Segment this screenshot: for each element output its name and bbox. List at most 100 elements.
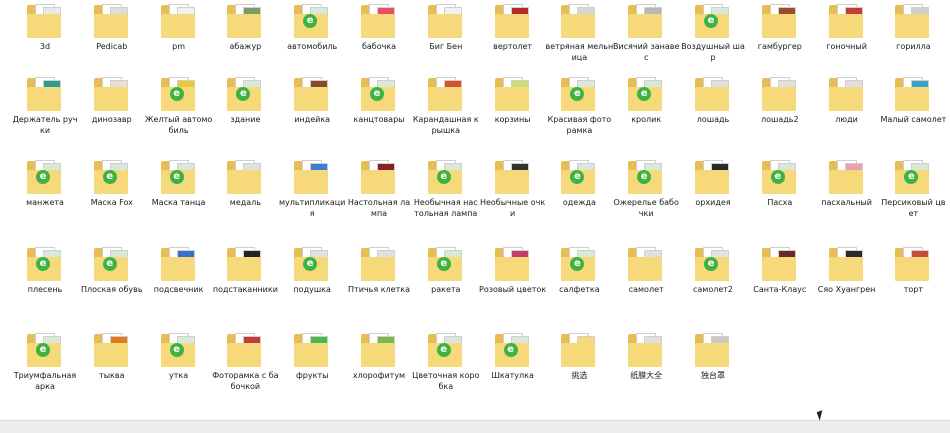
folder-item[interactable]: e одежда — [547, 156, 611, 238]
folder-label: Плоская обувь — [81, 285, 143, 294]
folder-item[interactable]: Фоторамка с бабочкой — [212, 329, 279, 411]
folder-item[interactable]: мультипликация — [279, 156, 345, 238]
folder-item[interactable]: e Необычная настольная лампа — [414, 156, 478, 238]
folder-item[interactable]: ветряная мельница — [546, 0, 613, 82]
folder-item[interactable]: e Цветочная коробка — [412, 329, 479, 411]
folder-label: Биг Бен — [429, 42, 463, 51]
folder-item[interactable]: e кролик — [614, 73, 678, 155]
folder-label: утка — [169, 371, 189, 380]
folder-item[interactable]: 3d — [13, 0, 77, 82]
folder-item[interactable]: e салфетка — [547, 243, 611, 325]
folder-item[interactable]: торт — [881, 243, 945, 325]
folder-item[interactable]: лошадь — [681, 73, 745, 155]
folder-item[interactable]: e Триумфальная арка — [13, 329, 77, 411]
folder-item[interactable]: Сяо Хуангрен — [815, 243, 879, 325]
folder-item[interactable]: лошадь2 — [748, 73, 812, 155]
folder-label: самолет — [628, 285, 664, 294]
folder-item[interactable]: самолет — [614, 243, 678, 325]
folder-item[interactable]: Необычные очки — [480, 156, 545, 238]
folder-item[interactable]: хлорофитум — [347, 329, 411, 411]
folder-item[interactable]: Висячий занавес — [613, 0, 679, 82]
folder-label: плесень — [27, 285, 63, 294]
edge-icon: e — [169, 170, 184, 184]
folder-item[interactable]: e Пасха — [748, 156, 812, 238]
edge-icon: e — [36, 343, 50, 357]
folder-item[interactable]: медаль — [213, 156, 277, 238]
folder-label: Пасха — [767, 198, 793, 207]
folder-item[interactable]: e канцтовары — [347, 73, 411, 155]
edge-icon: e — [36, 257, 50, 271]
folder-item[interactable]: Pedicab — [80, 0, 144, 82]
folder-item[interactable]: e ракета — [414, 243, 478, 325]
folder-item[interactable]: e здание — [213, 73, 277, 155]
folder-label: 3d — [39, 42, 51, 51]
folder-item[interactable]: e Шкатулка — [481, 329, 545, 411]
folder-item[interactable]: подстаканники — [213, 243, 278, 325]
folder-item[interactable]: динозавр — [80, 73, 144, 155]
folder-label: пасхальный — [821, 198, 872, 207]
folder-label: кролик — [631, 115, 662, 124]
folder-item[interactable]: Птичья клетка — [347, 243, 411, 325]
folder-item[interactable]: e Персиковый цвет — [881, 156, 946, 238]
folder-item[interactable]: e манжета — [13, 156, 77, 238]
folder-item[interactable]: бабочка — [347, 0, 411, 82]
folder-label: люди — [835, 115, 858, 124]
folder-label: самолет2 — [692, 285, 733, 294]
folder-item[interactable]: e Плоская обувь — [80, 243, 144, 325]
folder-item[interactable]: e утка — [147, 329, 211, 411]
folder-item[interactable]: люди — [815, 73, 879, 155]
folder-label: Настольная лампа — [347, 198, 411, 218]
folder-item[interactable]: e Маска танца — [147, 156, 211, 238]
folder-item[interactable]: абажур — [213, 0, 277, 82]
folder-item[interactable]: горилла — [881, 0, 945, 82]
folder-item[interactable]: тыква — [80, 329, 144, 411]
folder-item[interactable]: e Красивая фоторамка — [547, 73, 611, 155]
folder-item[interactable]: фрукты — [280, 329, 344, 411]
folder-item[interactable]: Розовый цветок — [479, 243, 547, 325]
folder-item[interactable]: Малый самолет — [880, 73, 947, 155]
folder-label: Персиковый цвет — [881, 198, 946, 218]
edge-icon: e — [36, 170, 50, 184]
folder-item[interactable]: 纸膜大全 — [614, 329, 678, 411]
folder-item[interactable]: 独台罩 — [681, 329, 745, 411]
edge-icon: e — [704, 14, 718, 28]
folder-label: 纸膜大全 — [630, 371, 663, 380]
folder-item[interactable]: e Маска Fox — [80, 156, 144, 238]
folder-item[interactable]: Биг Бен — [414, 0, 478, 82]
folder-label: Триумфальная арка — [13, 371, 77, 391]
folder-item[interactable]: Санта-Клаус — [748, 243, 812, 325]
file-grid: 3d Pedicab pm абажур e автомобиль бабочка Биг Б… — [0, 0, 950, 432]
folder-label: индейка — [294, 115, 331, 124]
folder-item[interactable]: e плесень — [13, 243, 77, 325]
folder-label: Розовый цветок — [479, 285, 547, 294]
folder-label: лошадь — [696, 115, 730, 124]
folder-label: манжета — [26, 198, 64, 207]
folder-item[interactable]: гамбургер — [748, 0, 812, 82]
folder-item[interactable]: e Желтый автомобиль — [145, 73, 212, 155]
folder-label: Сяо Хуангрен — [817, 285, 876, 294]
folder-item[interactable]: Держатель ручки — [13, 73, 77, 155]
folder-item[interactable]: пасхальный — [815, 156, 879, 238]
folder-item[interactable]: гоночный — [815, 0, 879, 82]
folder-label: Воздушный шар — [681, 42, 745, 62]
folder-item[interactable]: Карандашная крышка — [413, 73, 479, 155]
folder-item[interactable]: e самолет2 — [681, 243, 745, 325]
folder-item[interactable]: e Ожерелье бабочки — [613, 156, 679, 238]
folder-item[interactable]: подсвечник — [147, 243, 211, 325]
folder-item[interactable]: индейка — [280, 73, 344, 155]
edge-icon: e — [169, 343, 184, 357]
folder-label: гамбургер — [757, 42, 802, 51]
folder-label: Малый самолет — [880, 115, 947, 124]
folder-item[interactable]: вертолет — [481, 0, 545, 82]
folder-item[interactable]: e подушка — [280, 243, 344, 325]
folder-item[interactable]: pm — [147, 0, 211, 82]
folder-label: хлорофитум — [352, 371, 406, 380]
folder-item[interactable]: e Воздушный шар — [681, 0, 745, 82]
folder-label: подушка — [293, 285, 331, 294]
folder-item[interactable]: орхидея — [681, 156, 745, 238]
folder-item[interactable]: e автомобиль — [280, 0, 344, 82]
folder-item[interactable]: Настольная лампа — [347, 156, 411, 238]
folder-item[interactable]: корзины — [481, 73, 545, 155]
folder-item[interactable]: 挑选 — [547, 329, 611, 411]
folder-label: вертолет — [493, 42, 533, 51]
